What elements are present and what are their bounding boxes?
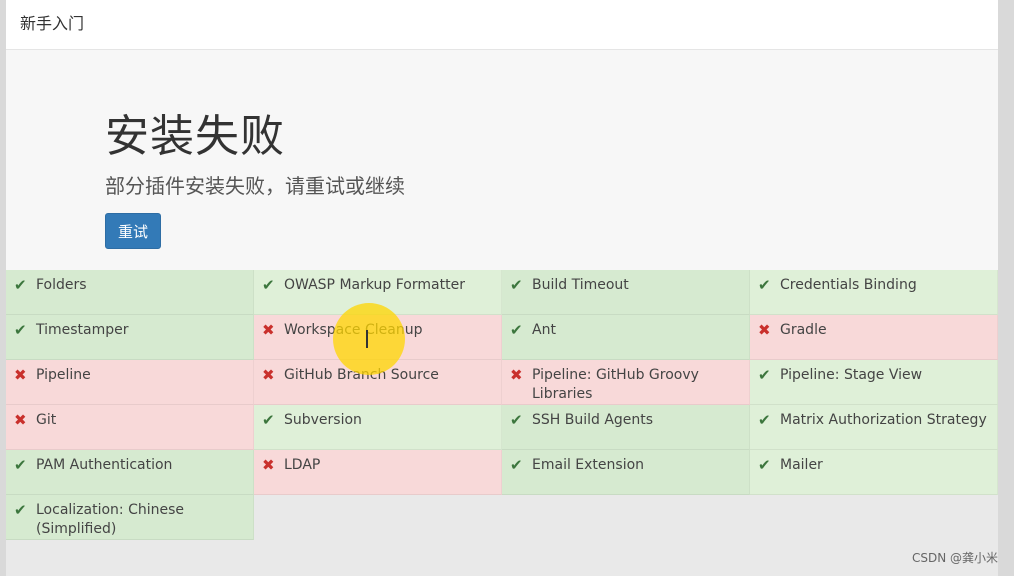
plugin-name: Build Timeout — [532, 277, 629, 293]
plugin-item: ✔ Timestamper — [6, 315, 254, 360]
plugin-item: ✔ Localization: Chinese (Simplified) — [6, 495, 254, 540]
header-title: 新手入门 — [20, 14, 85, 33]
check-icon: ✔ — [510, 276, 523, 294]
check-icon: ✔ — [262, 276, 275, 294]
plugin-item: ✔ Mailer — [750, 450, 998, 495]
plugin-name: LDAP — [284, 457, 321, 473]
plugin-item: ✔ Subversion — [254, 405, 502, 450]
plugin-name: Mailer — [780, 457, 823, 473]
check-icon: ✔ — [758, 366, 771, 384]
cross-icon: ✖ — [510, 366, 523, 384]
check-icon: ✔ — [510, 411, 523, 429]
cross-icon: ✖ — [262, 321, 275, 339]
check-icon: ✔ — [510, 321, 523, 339]
plugin-item: ✔ Folders — [6, 270, 254, 315]
check-icon: ✔ — [14, 276, 27, 294]
plugin-item: ✔ Email Extension — [502, 450, 750, 495]
cross-icon: ✖ — [14, 411, 27, 429]
plugin-name: Pipeline — [36, 367, 91, 383]
page-title: 安装失败 — [105, 111, 285, 162]
plugin-item: ✖ Gradle — [750, 315, 998, 360]
plugin-name: PAM Authentication — [36, 457, 173, 473]
plugin-item: ✖ LDAP — [254, 450, 502, 495]
plugin-item: ✔ Pipeline: Stage View — [750, 360, 998, 405]
check-icon: ✔ — [510, 456, 523, 474]
plugin-item: ✔ Matrix Authorization Strategy — [750, 405, 998, 450]
check-icon: ✔ — [14, 501, 27, 519]
mouse-highlight — [333, 303, 405, 375]
plugin-name: Gradle — [780, 322, 827, 338]
plugin-name: SSH Build Agents — [532, 412, 654, 428]
plugin-name: Git — [36, 412, 57, 428]
cross-icon: ✖ — [262, 456, 275, 474]
check-icon: ✔ — [262, 411, 275, 429]
plugin-item: ✖ Pipeline: GitHub Groovy Libraries — [502, 360, 750, 405]
plugin-name: Pipeline: GitHub Groovy Libraries — [532, 367, 699, 402]
plugin-name: Subversion — [284, 412, 362, 428]
plugin-item: ✔ PAM Authentication — [6, 450, 254, 495]
plugin-name: Localization: Chinese (Simplified) — [36, 502, 185, 537]
plugin-item: ✖ Git — [6, 405, 254, 450]
text-cursor-icon — [366, 330, 368, 348]
install-failed-panel: 安装失败 部分插件安装失败，请重试或继续 重试 — [6, 50, 998, 270]
plugin-name: Ant — [532, 322, 556, 338]
cross-icon: ✖ — [14, 366, 27, 384]
check-icon: ✔ — [758, 411, 771, 429]
plugin-name: Pipeline: Stage View — [780, 367, 923, 383]
page-subtitle: 部分插件安装失败，请重试或继续 — [105, 174, 405, 198]
plugin-item: ✔ Ant — [502, 315, 750, 360]
plugin-name: Folders — [36, 277, 87, 293]
watermark: CSDN @龚小米 — [911, 551, 998, 565]
plugin-item: ✔ Credentials Binding — [750, 270, 998, 315]
plugin-item: ✔ Build Timeout — [502, 270, 750, 315]
cross-icon: ✖ — [262, 366, 275, 384]
check-icon: ✔ — [14, 456, 27, 474]
setup-wizard-window: 新手入门 安装失败 部分插件安装失败，请重试或继续 重试 ✔ Folders ✔ OW… — [6, 0, 998, 576]
plugin-name: Matrix Authorization Strategy — [780, 412, 987, 428]
retry-button[interactable]: 重试 — [105, 213, 161, 249]
check-icon: ✔ — [14, 321, 27, 339]
plugin-name: OWASP Markup Formatter — [284, 277, 465, 293]
cross-icon: ✖ — [758, 321, 771, 339]
plugin-name: Email Extension — [532, 457, 645, 473]
check-icon: ✔ — [758, 276, 771, 294]
wizard-header: 新手入门 — [6, 0, 998, 50]
check-icon: ✔ — [758, 456, 771, 474]
plugin-name: Timestamper — [36, 322, 129, 338]
plugin-item: ✔ SSH Build Agents — [502, 405, 750, 450]
plugin-item: ✖ Pipeline — [6, 360, 254, 405]
plugin-name: Credentials Binding — [780, 277, 917, 293]
